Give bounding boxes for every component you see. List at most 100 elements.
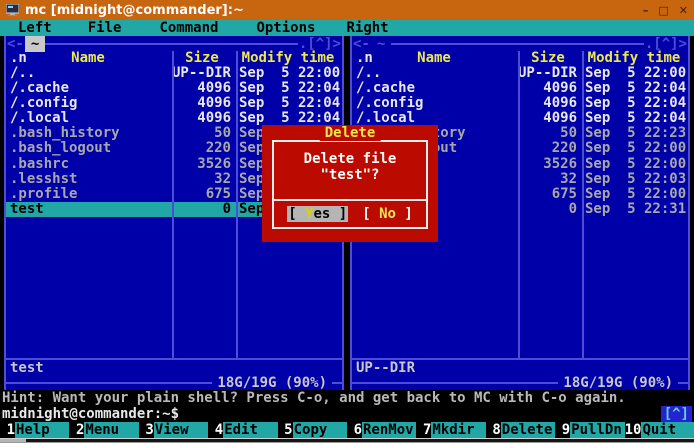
file-name: /.cache: [6, 81, 170, 96]
column-separator: [236, 51, 238, 358]
file-mtime: Sep 5 22:23: [580, 126, 688, 141]
menu-left[interactable]: Left: [18, 20, 52, 36]
fkey-number: 7: [416, 422, 431, 438]
column-header-name[interactable]: .nName: [6, 51, 170, 66]
file-name: /..: [352, 66, 516, 81]
sort-indicator: .n: [10, 51, 27, 66]
file-name: .lesshst: [6, 172, 170, 187]
fkey-mkdir[interactable]: 7Mkdir: [416, 422, 485, 438]
hint-line: Hint: Want your plain shell? Press C-o, …: [0, 390, 694, 406]
scrollbar-track[interactable]: [0, 438, 694, 443]
dialog-buttons: [ Yes ] [ No ]: [262, 206, 438, 222]
fkey-label: Edit: [223, 422, 277, 438]
column-separator: [172, 51, 174, 358]
fkey-pulldn[interactable]: 9PullDn: [555, 422, 624, 438]
file-row[interactable]: /..UP--DIRSep 5 22:00: [352, 66, 688, 81]
menu-command[interactable]: Command: [159, 20, 218, 36]
file-mtime: Sep 5 22:00: [580, 141, 688, 156]
fkey-quit[interactable]: 10Quit: [625, 422, 694, 438]
file-size: 675: [516, 187, 580, 202]
file-size: 220: [170, 141, 234, 156]
column-header-size[interactable]: Size: [170, 51, 234, 66]
column-separator: [582, 51, 584, 358]
fkey-label: Mkdir: [431, 422, 485, 438]
file-name: test: [6, 202, 170, 217]
file-size: 4096: [170, 81, 234, 96]
file-row[interactable]: /.config4096Sep 5 22:04: [352, 96, 688, 111]
column-header-name[interactable]: .nName: [352, 51, 516, 66]
fkey-number: 8: [486, 422, 501, 438]
right-mini-status: UP--DIR: [352, 360, 688, 376]
file-mtime: Sep 5 22:04: [580, 111, 688, 126]
file-size: UP--DIR: [170, 66, 234, 81]
file-mtime: Sep 5 22:04: [580, 96, 688, 111]
file-name: /.config: [352, 96, 516, 111]
file-mtime: Sep 5 22:00: [234, 66, 342, 81]
fkey-number: 1: [0, 422, 15, 438]
file-size: 0: [170, 202, 234, 217]
file-mtime: Sep 5 22:03: [580, 172, 688, 187]
file-row[interactable]: /..UP--DIRSep 5 22:00: [6, 66, 342, 81]
fkey-number: 5: [278, 422, 293, 438]
right-disk-usage: 18G/19G (90%): [558, 375, 678, 390]
menu-right[interactable]: Right: [346, 20, 388, 36]
file-mtime: Sep 5 22:00: [580, 157, 688, 172]
fkey-label: RenMov: [362, 422, 416, 438]
column-header-size[interactable]: Size: [516, 51, 580, 66]
fkey-menu[interactable]: 2Menu: [69, 422, 138, 438]
fkey-label: PullDn: [570, 422, 624, 438]
sort-indicator: .n: [356, 51, 373, 66]
menu-file[interactable]: File: [88, 20, 122, 36]
window-title: mc [midnight@commander]:~: [25, 3, 244, 18]
file-size: 4096: [516, 81, 580, 96]
file-size: 3526: [516, 157, 580, 172]
left-panel-path[interactable]: ~: [25, 36, 45, 52]
file-size: 4096: [516, 96, 580, 111]
file-size: 0: [516, 202, 580, 217]
file-row[interactable]: /.cache4096Sep 5 22:04: [6, 81, 342, 96]
yes-button[interactable]: [ Yes ]: [287, 206, 348, 222]
fkey-number: 4: [208, 422, 223, 438]
left-mini-status: test: [6, 360, 342, 376]
right-panel-path[interactable]: ~: [371, 36, 391, 52]
minimize-icon[interactable]: –: [643, 4, 649, 17]
file-row[interactable]: /.cache4096Sep 5 22:04: [352, 81, 688, 96]
file-size: 220: [516, 141, 580, 156]
window-titlebar: mc [midnight@commander]:~ – □ ✕: [0, 0, 694, 20]
column-header-mtime[interactable]: Modify time: [580, 51, 688, 66]
fkey-label: Help: [15, 422, 69, 438]
column-header-mtime[interactable]: Modify time: [234, 51, 342, 66]
left-disk-usage: 18G/19G (90%): [212, 375, 332, 390]
fkey-copy[interactable]: 5Copy: [278, 422, 347, 438]
file-size: UP--DIR: [516, 66, 580, 81]
file-name: .bashrc: [6, 157, 170, 172]
maximize-icon[interactable]: □: [658, 4, 668, 17]
dialog-divider: [272, 199, 428, 201]
file-size: 32: [516, 172, 580, 187]
no-button[interactable]: [ No ]: [362, 206, 413, 222]
column-separator: [518, 51, 520, 358]
file-mtime: Sep 5 22:00: [580, 66, 688, 81]
fkey-number: 3: [139, 422, 154, 438]
fkey-number: 9: [555, 422, 570, 438]
file-mtime: Sep 5 22:04: [234, 81, 342, 96]
function-key-bar: 1Help2Menu3View4Edit5Copy6RenMov7Mkdir8D…: [0, 422, 694, 438]
fkey-number: 2: [69, 422, 84, 438]
menu-options[interactable]: Options: [256, 20, 315, 36]
fkey-renmov[interactable]: 6RenMov: [347, 422, 416, 438]
fkey-help[interactable]: 1Help: [0, 422, 69, 438]
mc-terminal: Left File Command Options Right <- ~ .[^]> .…: [0, 20, 694, 443]
delete-dialog: Delete Delete file "test"? [ Yes ] [ No …: [262, 125, 438, 242]
fkey-view[interactable]: 3View: [139, 422, 208, 438]
command-line[interactable]: midnight@commander:~$ [^]: [0, 406, 694, 422]
file-row[interactable]: /.config4096Sep 5 22:04: [6, 96, 342, 111]
close-icon[interactable]: ✕: [679, 4, 688, 17]
file-size: 3526: [170, 157, 234, 172]
fkey-delete[interactable]: 8Delete: [486, 422, 555, 438]
scrollbar-thumb[interactable]: [0, 439, 26, 442]
fkey-edit[interactable]: 4Edit: [208, 422, 277, 438]
right-panel-top: <- ~ .[^]>: [352, 36, 688, 51]
history-button[interactable]: [^]: [661, 406, 692, 422]
file-size: 4096: [170, 96, 234, 111]
fkey-number: 10: [625, 422, 642, 438]
